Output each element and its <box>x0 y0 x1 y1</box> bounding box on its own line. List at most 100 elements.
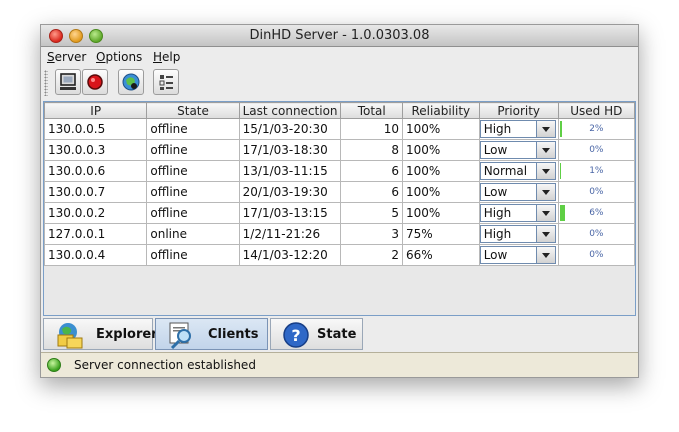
menu-bar: Server Options Help <box>41 48 638 66</box>
cell-reliability: 66% <box>401 244 480 266</box>
cell-state: online <box>146 223 240 245</box>
cell-priority: High <box>478 118 559 140</box>
cell-state: offline <box>146 139 240 161</box>
cell-state: offline <box>146 160 240 182</box>
cell-reliability: 100% <box>401 202 480 224</box>
toolbar <box>41 67 638 99</box>
list-settings-button[interactable] <box>153 69 179 95</box>
priority-select[interactable]: High <box>480 225 556 243</box>
stop-button[interactable] <box>82 69 108 95</box>
refresh-button[interactable] <box>118 69 144 95</box>
chevron-down-icon[interactable] <box>535 163 555 179</box>
cell-reliability: 100% <box>401 118 480 140</box>
cell-last-connection: 14/1/03-12:20 <box>238 244 342 266</box>
status-bar: Server connection established <box>41 352 638 377</box>
cell-priority: Normal <box>478 160 559 182</box>
used-hd-bar <box>559 205 565 221</box>
used-hd-label: 0% <box>589 250 604 260</box>
cell-ip: 130.0.0.2 <box>43 202 148 224</box>
column-header-priority[interactable]: Priority <box>478 102 559 119</box>
minimize-window-button[interactable] <box>69 29 83 43</box>
column-header-total[interactable]: Total <box>340 102 403 119</box>
record-stop-icon <box>87 74 103 90</box>
priority-value: Normal <box>483 164 528 178</box>
used-hd-label: 0% <box>589 145 604 155</box>
cell-total: 3 <box>340 223 403 245</box>
cell-state: offline <box>146 118 240 140</box>
chevron-down-icon[interactable] <box>535 121 555 137</box>
column-header-state[interactable]: State <box>146 102 240 119</box>
title-bar[interactable]: DinHD Server - 1.0.0303.08 <box>41 25 638 47</box>
table-row[interactable]: 127.0.0.1 online 1/2/11-21:26 3 75% High 0% <box>43 223 636 245</box>
zoom-window-button[interactable] <box>89 29 103 43</box>
cell-state: offline <box>146 181 240 203</box>
help-question-icon: ? <box>283 322 309 348</box>
cell-total: 2 <box>340 244 403 266</box>
column-header-reliability[interactable]: Reliability <box>401 102 480 119</box>
tab-state[interactable]: ? State <box>270 318 363 350</box>
chevron-down-icon[interactable] <box>535 205 555 221</box>
column-header-used-hd[interactable]: Used HD <box>557 102 636 119</box>
list-settings-icon <box>159 75 173 90</box>
table-row[interactable]: 130.0.0.6 offline 13/1/03-11:15 6 100% Normal… <box>43 160 636 182</box>
explorer-folders-icon <box>57 323 83 349</box>
chevron-down-icon[interactable] <box>535 184 555 200</box>
tab-state-label: State <box>317 327 357 342</box>
cell-used-hd: 0% <box>557 139 636 161</box>
cell-used-hd: 0% <box>557 223 636 245</box>
tab-clients[interactable]: Clients <box>155 318 268 350</box>
cell-ip: 130.0.0.4 <box>43 244 148 266</box>
table-row[interactable]: 130.0.0.5 offline 15/1/03-20:30 10 100% High 2… <box>43 118 636 140</box>
cell-used-hd: 6% <box>557 202 636 224</box>
cell-used-hd: 0% <box>557 181 636 203</box>
clients-table-panel[interactable]: IP State Last connection Total Reliabili… <box>43 101 636 316</box>
table-row[interactable]: 130.0.0.3 offline 17/1/03-18:30 8 100% Low 0% <box>43 139 636 161</box>
table-header-row: IP State Last connection Total Reliabili… <box>43 102 636 119</box>
cell-total: 8 <box>340 139 403 161</box>
status-message: Server connection established <box>74 358 256 372</box>
close-window-button[interactable] <box>49 29 63 43</box>
connection-status-icon <box>47 358 61 372</box>
table-row[interactable]: 130.0.0.7 offline 20/1/03-19:30 6 100% Low 0% <box>43 181 636 203</box>
priority-select[interactable]: High <box>480 204 556 222</box>
column-header-ip[interactable]: IP <box>43 102 148 119</box>
cell-priority: High <box>478 223 559 245</box>
toolbar-grip[interactable] <box>44 70 48 96</box>
used-hd-label: 0% <box>589 229 604 239</box>
menu-help[interactable]: Help <box>153 50 180 64</box>
chevron-down-icon[interactable] <box>535 226 555 242</box>
cell-total: 6 <box>340 160 403 182</box>
cell-state: offline <box>146 244 240 266</box>
cell-priority: High <box>478 202 559 224</box>
chevron-down-icon[interactable] <box>535 142 555 158</box>
used-hd-bar <box>559 163 561 179</box>
menu-server[interactable]: Server <box>47 50 86 64</box>
cell-last-connection: 20/1/03-19:30 <box>238 181 342 203</box>
clients-search-icon <box>169 322 191 349</box>
priority-select[interactable]: Low <box>480 246 556 264</box>
cell-priority: Low <box>478 244 559 266</box>
cell-total: 10 <box>340 118 403 140</box>
column-header-last-connection[interactable]: Last connection <box>238 102 342 119</box>
used-hd-label: 1% <box>589 166 604 176</box>
table-row[interactable]: 130.0.0.4 offline 14/1/03-12:20 2 66% Low 0% <box>43 244 636 266</box>
priority-select[interactable]: High <box>480 120 556 138</box>
cell-last-connection: 17/1/03-18:30 <box>238 139 342 161</box>
table-row[interactable]: 130.0.0.2 offline 17/1/03-13:15 5 100% High 6% <box>43 202 636 224</box>
chevron-down-icon[interactable] <box>535 247 555 263</box>
priority-value: Low <box>483 248 508 262</box>
cell-total: 6 <box>340 181 403 203</box>
priority-select[interactable]: Low <box>480 141 556 159</box>
monitor-button[interactable] <box>55 69 81 95</box>
cell-ip: 127.0.0.1 <box>43 223 148 245</box>
cell-reliability: 100% <box>401 160 480 182</box>
cell-last-connection: 17/1/03-13:15 <box>238 202 342 224</box>
cell-last-connection: 1/2/11-21:26 <box>238 223 342 245</box>
tab-explorer[interactable]: Explorer <box>43 318 158 350</box>
priority-select[interactable]: Low <box>480 183 556 201</box>
cell-reliability: 75% <box>401 223 480 245</box>
cell-total: 5 <box>340 202 403 224</box>
used-hd-label: 0% <box>589 187 604 197</box>
menu-options[interactable]: Options <box>96 50 142 64</box>
priority-select[interactable]: Normal <box>480 162 556 180</box>
